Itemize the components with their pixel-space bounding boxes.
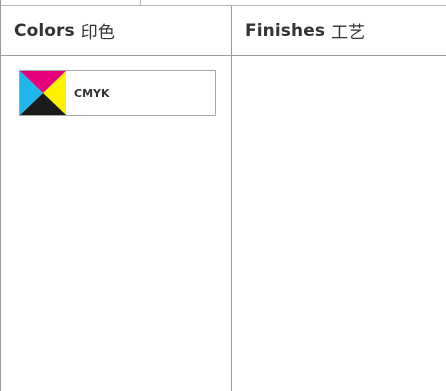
finishes-panel-title-cn: 工艺 xyxy=(331,23,366,43)
colors-panel-title: Colors xyxy=(14,20,75,41)
colors-panel: Colors 印色 CMYK xyxy=(1,6,232,391)
finishes-panel-title: Finishes xyxy=(245,20,326,41)
colors-panel-header: Colors 印色 xyxy=(1,6,231,56)
cmyk-swatch-icon xyxy=(20,71,66,115)
colors-panel-title-cn: 印色 xyxy=(80,23,115,43)
options-page: Colors 印色 CMYK Finishes 工艺 xyxy=(0,0,446,391)
finishes-panel: Finishes 工艺 xyxy=(232,6,446,391)
color-option-cmyk[interactable]: CMYK xyxy=(19,70,216,116)
finishes-panel-header: Finishes 工艺 xyxy=(232,6,446,56)
color-option-label: CMYK xyxy=(74,86,110,100)
